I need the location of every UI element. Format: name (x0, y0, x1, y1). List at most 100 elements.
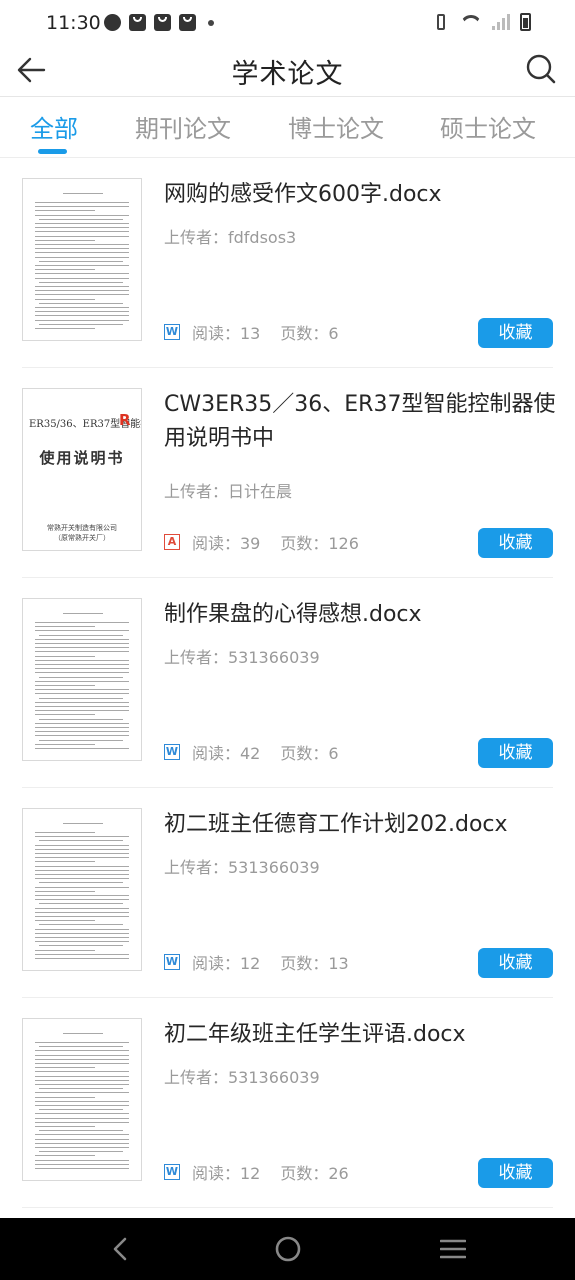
status-time: 11:30 (46, 12, 101, 34)
thumbnail-text-line (35, 685, 95, 686)
thumbnail-text-line (35, 1079, 129, 1081)
nav-menu-icon[interactable] (440, 1238, 466, 1260)
document-title[interactable]: 初二年级班主任学生评语.docx (164, 1018, 564, 1052)
thumbnail-text-line (35, 1050, 129, 1052)
thumbnail-text-line (39, 882, 123, 884)
thumbnail-text-line (35, 958, 129, 959)
page-count: 页数：6 (280, 324, 339, 343)
word-file-icon: W (164, 1164, 180, 1180)
thumbnail-text-line (35, 886, 129, 888)
list-item[interactable]: 网购的感受作文600字.docx 上传者：fdfdsos3 W 阅读：13 页数… (22, 158, 553, 368)
wifi-icon (460, 13, 482, 31)
thumbnail-text-line (39, 1088, 123, 1090)
more-notifications-dot-icon (208, 19, 214, 26)
favorite-button[interactable]: 收藏 (478, 738, 553, 768)
favorite-button[interactable]: 收藏 (478, 948, 553, 978)
nav-back-icon[interactable] (108, 1236, 134, 1262)
thumbnail-text-line (35, 680, 129, 682)
thumbnail-text-line (35, 857, 129, 859)
thumbnail-text-line (35, 890, 95, 892)
thumbnail-text-line (39, 1151, 123, 1153)
nav-home-icon[interactable] (275, 1236, 301, 1262)
list-item[interactable]: 初二年级班主任学生评语.docx 上传者：531366039 W 阅读：12 页… (22, 998, 553, 1208)
document-meta: A 阅读：39 页数：126 (164, 532, 359, 553)
thumbnail-text-line (35, 899, 129, 901)
document-title[interactable]: CW3ER35／36、ER37型智能控制器使用说明书中 (164, 388, 564, 456)
thumbnail-text-line (35, 1134, 129, 1136)
thumbnail-text-line (35, 853, 129, 854)
thumbnail-text-line (35, 920, 95, 922)
search-button[interactable] (521, 50, 561, 90)
thumbnail-text-line (35, 265, 129, 266)
thumbnail-text-line (35, 1096, 95, 1098)
thumbnail-text-line (35, 1138, 129, 1140)
signal-icon (492, 14, 510, 30)
tab-all[interactable]: 全部 (30, 109, 78, 144)
favorite-button[interactable]: 收藏 (478, 318, 553, 348)
manual-cover: ER35/36、ER37型智能控制器 R 使用说明书 常熟开关制造有限公司 （原… (23, 389, 141, 550)
thumbnail-text-line (35, 735, 129, 737)
thumbnail-text-line (35, 874, 129, 875)
thumbnail-text-line (35, 286, 129, 287)
thumbnail-text-line (35, 1168, 129, 1169)
thumbnail-text-line (35, 928, 129, 930)
thumbnail-text-line (35, 651, 129, 653)
document-title[interactable]: 制作果盘的心得感想.docx (164, 598, 564, 632)
thumbnail-text-line (35, 1121, 129, 1123)
thumbnail-text-line (35, 941, 129, 943)
thumbnail-text-line (35, 1092, 129, 1094)
thumbnail-text-line (35, 865, 129, 867)
thumbnail-text-line (39, 281, 123, 283)
thumbnail-text-line (35, 643, 129, 644)
thumbnail-text-line (35, 277, 129, 279)
thumbnail-text-line (39, 903, 123, 905)
thumbnail-text-line (39, 676, 123, 678)
document-thumbnail (22, 808, 142, 971)
tab-journal[interactable]: 期刊论文 (135, 109, 231, 144)
vibrate-icon (432, 14, 450, 30)
thumbnail-text-line (39, 1109, 123, 1111)
thumbnail-text-line (39, 218, 123, 220)
thumbnail-text-line (35, 844, 129, 846)
thumbnail-text-line (35, 328, 95, 329)
page-title: 学术论文 (231, 59, 344, 90)
thumbnail-text-line (35, 1058, 129, 1060)
document-title[interactable]: 网购的感受作文600字.docx (164, 178, 564, 212)
document-meta: W 阅读：13 页数：6 (164, 322, 339, 343)
tab-doctoral[interactable]: 博士论文 (288, 109, 384, 144)
list-item[interactable]: 制作果盘的心得感想.docx 上传者：531366039 W 阅读：42 页数：… (22, 578, 553, 788)
list-item[interactable]: 初二班主任德育工作计划202.docx 上传者：531366039 W 阅读：1… (22, 788, 553, 998)
document-title[interactable]: 初二班主任德育工作计划202.docx (164, 808, 564, 842)
word-file-icon: W (164, 744, 180, 760)
thumbnail-text-line (35, 664, 129, 665)
thumbnail-text-line (39, 697, 123, 699)
favorite-button[interactable]: 收藏 (478, 528, 553, 558)
thumbnail-text-line (35, 231, 129, 233)
list-item[interactable]: ER35/36、ER37型智能控制器 R 使用说明书 常熟开关制造有限公司 （原… (22, 368, 555, 578)
system-navigation-bar (0, 1218, 575, 1280)
document-meta: W 阅读：12 页数：26 (164, 1162, 349, 1183)
read-count: 阅读：13 (192, 324, 261, 343)
thumbnail-text-line (35, 290, 129, 292)
thumbnail-text-line (35, 235, 129, 237)
thumbnail-text-line (35, 668, 129, 670)
thumbnail-text-line (35, 1163, 129, 1165)
page-count: 页数：26 (280, 1164, 349, 1183)
thumbnail-text-line (35, 836, 129, 838)
word-file-icon: W (164, 954, 180, 970)
favorite-button[interactable]: 收藏 (478, 1158, 553, 1188)
thumbnail-text-line (35, 1071, 129, 1073)
tab-masters[interactable]: 硕士论文 (440, 109, 536, 144)
search-icon (526, 54, 556, 84)
thumbnail-text-line (35, 710, 129, 712)
thumbnail-text-line (35, 307, 129, 308)
page-count: 页数：126 (280, 534, 359, 553)
cover-heading: 使用说明书 (39, 449, 125, 467)
thumbnail-text-line (63, 823, 103, 824)
document-meta: W 阅读：12 页数：13 (164, 952, 349, 973)
pdf-file-icon: A (164, 534, 180, 550)
thumbnail-text-line (35, 1042, 129, 1043)
thumbnail-text-line (35, 252, 129, 254)
thumbnail-text-line (35, 895, 129, 896)
thumbnail-text-line (35, 848, 129, 850)
